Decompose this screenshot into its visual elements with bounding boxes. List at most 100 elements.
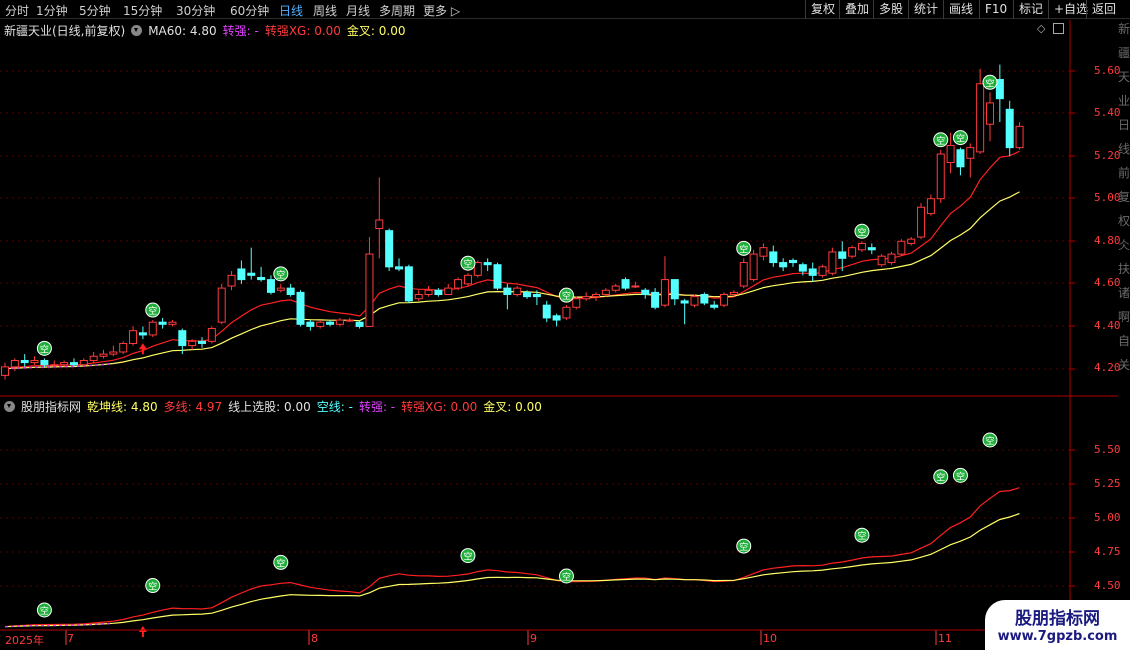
candle	[119, 341, 128, 355]
candle-body	[720, 294, 729, 306]
moving-average-lines	[4, 150, 1020, 370]
candle	[513, 285, 522, 297]
candle-body	[385, 230, 394, 268]
candle-body	[631, 285, 640, 288]
month-label: 7	[67, 632, 74, 645]
ma-red-line	[4, 150, 1020, 370]
candle	[20, 354, 29, 367]
candle	[483, 258, 492, 272]
candle-body	[266, 279, 275, 293]
candle-body	[404, 266, 413, 302]
candle-body	[306, 321, 315, 327]
candle	[424, 285, 433, 297]
candle	[355, 320, 364, 329]
candle-body	[660, 279, 669, 306]
kong-marker-label: 空	[276, 269, 285, 281]
candle	[651, 288, 660, 310]
indicator-tick: 5.25	[1094, 477, 1121, 490]
kong-marker-label: 空	[936, 472, 945, 484]
candle	[1, 362, 9, 380]
candle-body	[40, 359, 49, 366]
candle-body	[936, 153, 945, 200]
candle	[158, 317, 167, 329]
candle-body	[542, 304, 551, 319]
candle	[808, 262, 817, 282]
candle	[207, 326, 216, 344]
candle	[690, 294, 699, 308]
candle-body	[79, 359, 88, 366]
candle-body	[326, 321, 335, 325]
candle-body	[10, 359, 19, 368]
side-column-char: 前	[1118, 166, 1130, 180]
candle	[148, 320, 157, 338]
candle-body	[119, 342, 128, 353]
kline-chart[interactable]: 空空空空空空空空空空空空空空空空空空空空	[0, 0, 1130, 650]
candle	[552, 313, 561, 327]
candle-body	[789, 259, 797, 264]
candle-body	[779, 262, 788, 268]
candle-body	[867, 247, 876, 251]
candle-body	[907, 238, 916, 244]
kong-marker-label: 空	[739, 541, 748, 553]
candle	[316, 320, 325, 329]
candle-body	[680, 300, 689, 304]
candle	[582, 292, 591, 301]
price-tick: 5.20	[1094, 149, 1121, 162]
candle	[296, 290, 305, 327]
kong-marker-label: 空	[148, 581, 157, 593]
candle	[227, 271, 236, 291]
candle	[168, 320, 177, 327]
candle-body	[966, 147, 975, 159]
candle-body	[828, 251, 837, 274]
watermark-url: www.7gpzb.com	[997, 629, 1118, 644]
kong-marker-label: 空	[463, 551, 472, 563]
kong-marker-label: 空	[857, 530, 866, 542]
candle-body	[670, 279, 679, 300]
indicator-tick: 4.50	[1094, 579, 1121, 592]
candle-body	[601, 289, 610, 296]
side-column-char: 啊	[1118, 310, 1130, 324]
candle	[680, 298, 689, 325]
candle	[326, 320, 335, 327]
candle	[129, 326, 138, 346]
candle	[739, 258, 748, 289]
candle-body	[759, 247, 768, 257]
candle	[848, 245, 857, 259]
candle	[572, 296, 581, 310]
candle-body	[247, 272, 256, 276]
candle-body	[483, 262, 492, 266]
candle-body	[897, 240, 906, 255]
candle	[966, 143, 975, 178]
candle-body	[365, 253, 374, 327]
candle-body	[99, 353, 108, 357]
candle-body	[611, 285, 620, 291]
kong-marker-label: 空	[985, 77, 994, 89]
kong-marker-label: 空	[463, 258, 472, 270]
side-column-char: 新	[1118, 22, 1130, 36]
candle-body	[188, 340, 197, 347]
candle	[917, 202, 926, 240]
side-column-char: 日	[1118, 118, 1130, 132]
candle	[463, 273, 472, 286]
candle-body	[818, 266, 827, 276]
price-tick: 4.60	[1094, 276, 1121, 289]
indicator-tick: 5.50	[1094, 443, 1121, 456]
candle	[877, 254, 886, 267]
candle-body	[710, 304, 719, 308]
kong-marker-label: 空	[562, 571, 571, 583]
ma60-line	[4, 191, 1020, 370]
candle	[818, 264, 827, 278]
candle-body	[345, 319, 354, 322]
candle-body	[562, 306, 571, 319]
candle	[444, 283, 453, 296]
kong-marker: 空	[854, 223, 870, 239]
side-column-char: 自	[1118, 334, 1130, 348]
kong-marker: 空	[273, 554, 289, 570]
candle	[936, 149, 945, 203]
watermark-title: 股朋指标网	[1015, 609, 1100, 629]
candle	[601, 288, 610, 297]
kong-marker: 空	[558, 287, 574, 303]
kong-marker-label: 空	[276, 557, 285, 569]
candle-body	[463, 274, 472, 285]
candle-body	[316, 321, 325, 327]
